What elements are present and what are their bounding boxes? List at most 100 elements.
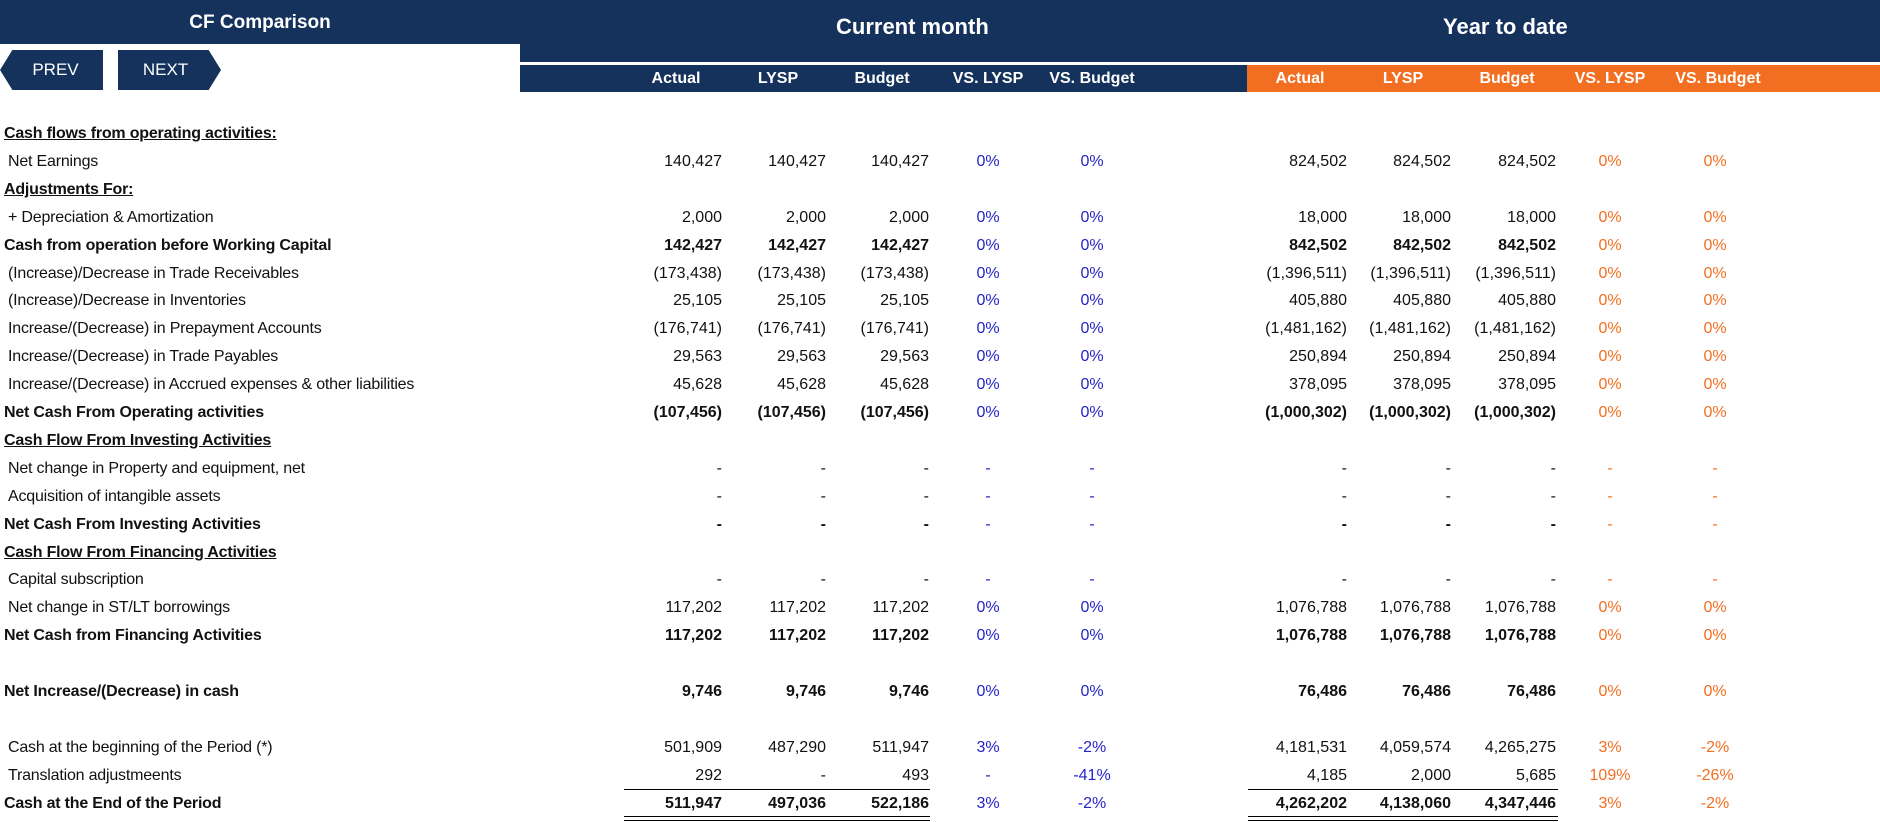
- next-button[interactable]: NEXT: [118, 50, 221, 90]
- ytd-lysp-cell: (1,481,162): [1369, 320, 1451, 338]
- row-label: + Depreciation & Amortization: [8, 208, 214, 226]
- cm-lysp-cell: -: [820, 459, 826, 477]
- cm-actual-cell: 511,947: [665, 794, 722, 812]
- cm-actual-cell: -: [716, 515, 722, 533]
- cm-vs-lysp-cell: 0%: [976, 264, 1000, 282]
- ytd-actual-cell: 378,095: [1289, 376, 1347, 394]
- cm-vs-budget-cell: -41%: [1073, 766, 1111, 784]
- ytd-actual-cell: -: [1341, 571, 1347, 589]
- table-row: Cash Flow From Investing Activities: [0, 427, 1880, 455]
- ytd-col-vs-budget: VS. Budget: [1675, 70, 1761, 87]
- row-label: Acquisition of intangible assets: [8, 487, 221, 505]
- row-label: Cash at the End of the Period: [4, 794, 222, 812]
- cm-vs-lysp-cell: 0%: [976, 208, 1000, 226]
- ytd-vs-lysp-cell: 3%: [1598, 794, 1622, 812]
- ytd-budget-cell: -: [1550, 571, 1556, 589]
- cm-lysp-cell: (176,741): [757, 320, 827, 338]
- ytd-lysp-cell: -: [1445, 515, 1451, 533]
- cm-vs-lysp-cell: 3%: [976, 738, 1000, 756]
- ytd-actual-cell: 824,502: [1289, 152, 1347, 170]
- cm-col-actual: Actual: [651, 70, 701, 87]
- cm-vs-budget-cell: 0%: [1080, 236, 1104, 254]
- ytd-budget-cell: (1,396,511): [1475, 264, 1556, 282]
- ytd-actual-cell: 1,076,788: [1275, 627, 1347, 645]
- cm-budget-cell: 522,186: [871, 794, 929, 812]
- ytd-lysp-cell: 1,076,788: [1379, 627, 1451, 645]
- ytd-budget-cell: 18,000: [1507, 208, 1556, 226]
- row-label: Cash at the beginning of the Period (*): [8, 738, 273, 756]
- table-row: Increase/(Decrease) in Accrued expenses …: [0, 371, 1880, 399]
- cm-col-budget: Budget: [854, 70, 910, 87]
- ytd-vs-budget-cell: 0%: [1703, 236, 1727, 254]
- ytd-lysp-cell: (1,000,302): [1369, 404, 1451, 421]
- table-row: (Increase)/Decrease in Inventories 25,105…: [0, 287, 1880, 315]
- cm-col-lysp: LYSP: [757, 70, 799, 87]
- ytd-lysp-cell: (1,396,511): [1370, 264, 1451, 282]
- cm-vs-lysp-cell: 0%: [976, 376, 1000, 394]
- ytd-actual-cell: 4,185: [1306, 766, 1347, 784]
- ytd-lysp-cell: 4,059,574: [1379, 738, 1451, 756]
- cm-actual-cell: -: [716, 571, 722, 589]
- ytd-actual-cell: (1,396,511): [1266, 264, 1347, 282]
- cm-actual-cell: (173,438): [653, 264, 723, 282]
- cm-vs-budget-cell: 0%: [1080, 208, 1104, 226]
- cm-vs-budget-cell: 0%: [1080, 292, 1104, 310]
- ytd-budget-cell: 405,880: [1498, 292, 1556, 310]
- ytd-vs-budget-cell: -: [1712, 487, 1718, 505]
- ytd-actual-cell: 4,262,202: [1275, 794, 1347, 812]
- cm-budget-cell: 29,563: [880, 348, 929, 366]
- ytd-vs-lysp-cell: 3%: [1598, 738, 1622, 756]
- cm-lysp-cell: 142,427: [768, 236, 826, 254]
- ytd-vs-lysp-cell: -: [1607, 571, 1613, 589]
- ytd-budget-cell: 1,076,788: [1484, 627, 1556, 645]
- cm-budget-cell: -: [923, 459, 929, 477]
- ytd-vs-lysp-cell: 0%: [1598, 404, 1622, 421]
- cm-budget-cell: 493: [902, 766, 929, 784]
- cm-actual-cell: 25,105: [673, 292, 722, 310]
- table-row: Cash Flow From Financing Activities: [0, 539, 1880, 567]
- table-row: Net Cash from Financing Activities 117,20…: [0, 622, 1880, 650]
- cm-vs-lysp-cell: -: [985, 487, 991, 505]
- cm-vs-budget-cell: -: [1089, 571, 1095, 589]
- table-row: Net Cash From Investing Activities - - - - - -…: [0, 511, 1880, 539]
- ytd-vs-budget-cell: -26%: [1696, 766, 1734, 784]
- table-row: Cash at the beginning of the Period (*) 5…: [0, 734, 1880, 762]
- ytd-vs-budget-cell: -2%: [1700, 738, 1730, 756]
- prev-button[interactable]: PREV: [0, 50, 103, 90]
- cm-actual-cell: (176,741): [653, 320, 723, 338]
- cm-vs-lysp-cell: 0%: [976, 320, 1000, 338]
- ytd-col-lysp: LYSP: [1382, 70, 1424, 87]
- cm-budget-cell: 117,202: [872, 627, 929, 645]
- total-top-rule: [624, 788, 930, 790]
- ytd-lysp-cell: 405,880: [1393, 292, 1451, 310]
- cm-lysp-cell: (173,438): [757, 264, 827, 282]
- ytd-vs-budget-cell: 0%: [1703, 348, 1727, 366]
- ytd-budget-cell: -: [1550, 487, 1556, 505]
- cm-vs-lysp-cell: 0%: [976, 683, 1000, 700]
- ytd-lysp-cell: -: [1445, 487, 1451, 505]
- report-title: CF Comparison: [0, 0, 520, 44]
- cm-budget-cell: 142,427: [871, 236, 929, 254]
- ytd-vs-budget-cell: -: [1712, 571, 1718, 589]
- cm-actual-cell: 501,909: [664, 738, 722, 756]
- cm-vs-lysp-cell: 0%: [976, 292, 1000, 310]
- cm-budget-cell: 45,628: [880, 376, 929, 394]
- ytd-budget-cell: 5,685: [1515, 766, 1556, 784]
- ytd-col-actual: Actual: [1275, 70, 1325, 87]
- cm-vs-lysp-cell: -: [985, 459, 991, 477]
- ytd-vs-lysp-cell: 0%: [1598, 208, 1622, 226]
- year-to-date-heading: Year to date: [1443, 14, 1568, 39]
- row-label: Cash from operation before Working Capit…: [4, 236, 332, 254]
- table-row: [0, 706, 1880, 734]
- row-label: Net Increase/(Decrease) in cash: [4, 683, 239, 700]
- ytd-actual-cell: -: [1341, 459, 1347, 477]
- cm-lysp-cell: 45,628: [777, 376, 826, 394]
- cm-vs-budget-cell: -2%: [1077, 738, 1107, 756]
- cm-lysp-cell: (107,456): [757, 404, 827, 421]
- cm-budget-cell: -: [923, 515, 929, 533]
- ytd-vs-lysp-cell: 0%: [1598, 348, 1622, 366]
- row-label: Increase/(Decrease) in Accrued expenses …: [8, 376, 415, 394]
- ytd-vs-budget-cell: 0%: [1703, 208, 1727, 226]
- ytd-vs-budget-cell: 0%: [1703, 627, 1727, 645]
- ytd-lysp-cell: 4,138,060: [1379, 794, 1451, 812]
